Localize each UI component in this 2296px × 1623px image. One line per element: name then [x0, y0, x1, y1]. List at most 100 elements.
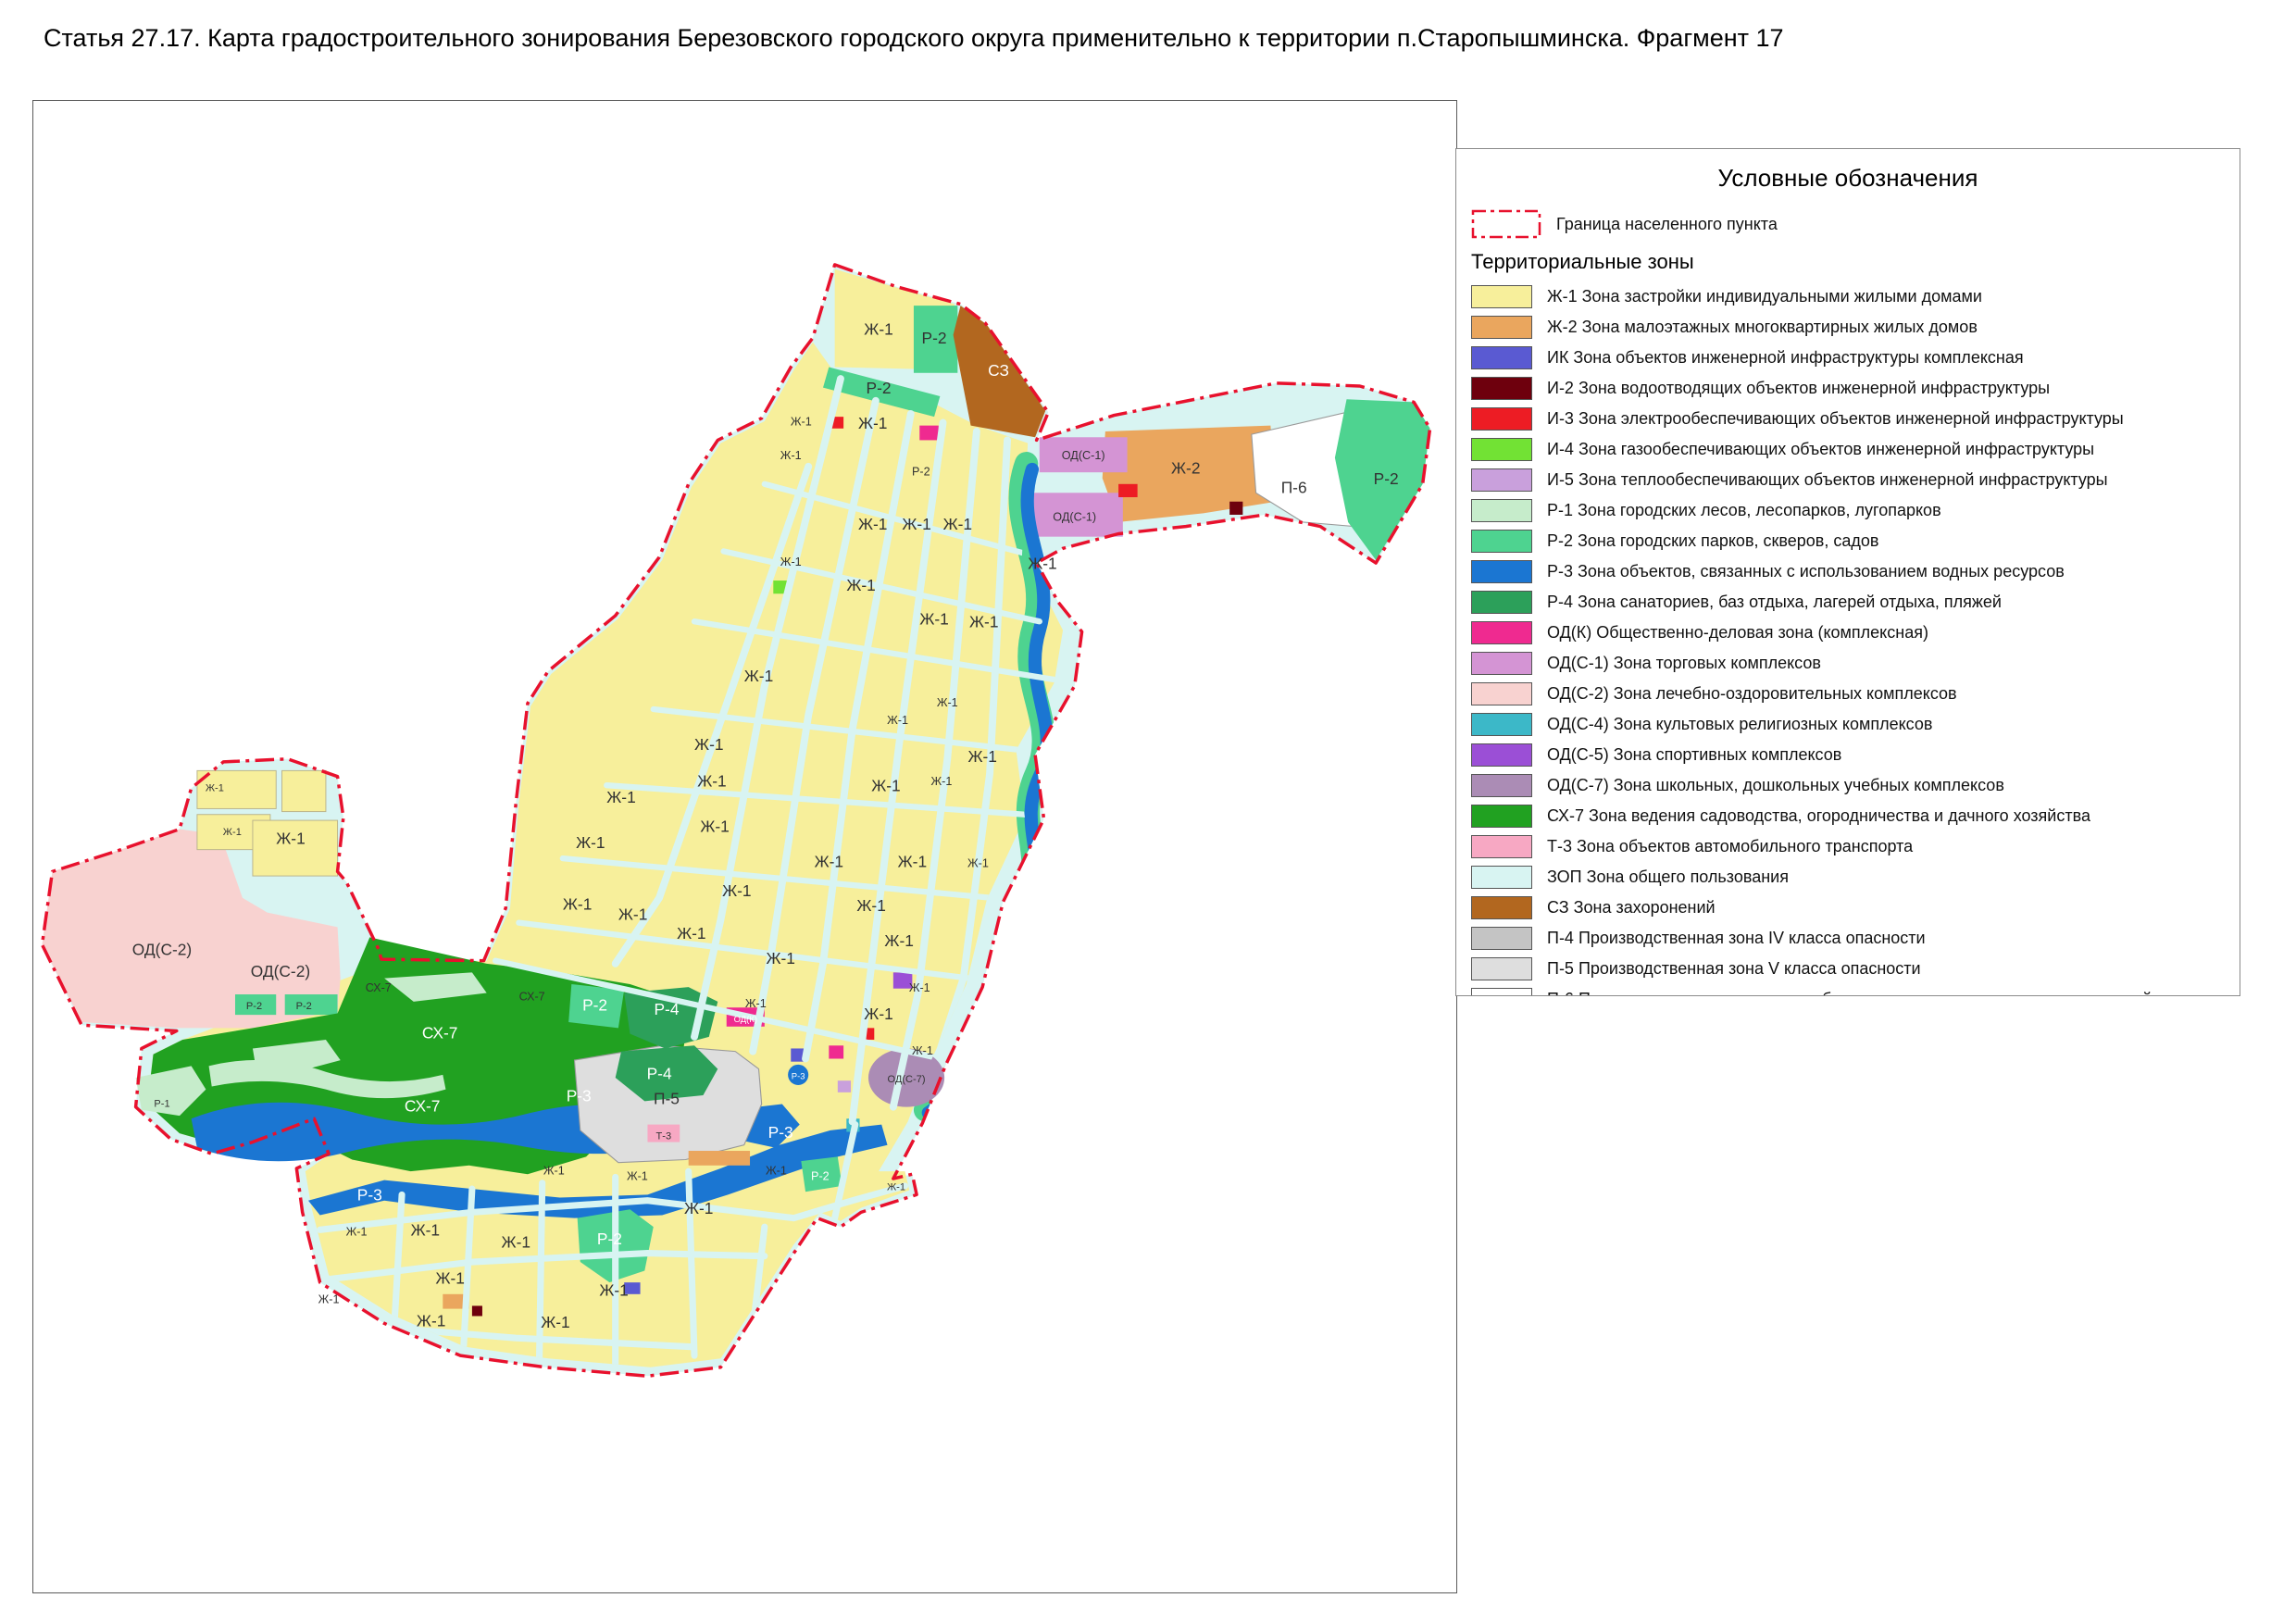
map-zone-label: Ж-1 — [969, 613, 998, 631]
map-zone-label: Ж-1 — [606, 788, 635, 806]
legend-item: И-2 Зона водоотводящих объектов инженерн… — [1471, 373, 2225, 404]
legend-item: ОД(С-4) Зона культовых религиозных компл… — [1471, 709, 2225, 740]
legend-item-label: ОД(С-5) Зона спортивных комплексов — [1547, 745, 1841, 765]
legend-item-label: Р-2 Зона городских парков, скверов, садо… — [1547, 531, 1878, 551]
legend-item: И-3 Зона электрообеспечивающих объектов … — [1471, 404, 2225, 434]
map-zone-label: Ж-1 — [912, 1044, 933, 1057]
legend-swatch-И-5 — [1471, 468, 1532, 492]
legend-panel: Условные обозначения Граница населенного… — [1455, 148, 2240, 996]
map-zone-label: Ж-1 — [791, 416, 812, 429]
map-zone-label: Ж-1 — [276, 829, 305, 847]
legend-item-label: ЗОП Зона общего пользования — [1547, 868, 1789, 887]
map-zone-label: Ж-1 — [599, 1280, 628, 1299]
region-zh2-strip — [689, 1151, 750, 1166]
legend-item-label: Р-4 Зона санаториев, баз отдыха, лагерей… — [1547, 593, 2002, 612]
map-zone-label: Ж-1 — [694, 735, 723, 754]
map-zone-label: Ж-1 — [864, 1005, 892, 1023]
legend-boundary-label: Граница населенного пункта — [1556, 215, 1778, 234]
legend-swatch-П-5 — [1471, 957, 1532, 980]
legend-swatch-Р-2 — [1471, 530, 1532, 553]
map-zone-label: Ж-1 — [206, 782, 224, 793]
map-zone-label: Р-3 — [357, 1186, 382, 1205]
map-zone-label: Ж-1 — [909, 981, 930, 994]
legend-swatch-ОД(К) — [1471, 621, 1532, 644]
legend-item: Р-1 Зона городских лесов, лесопарков, лу… — [1471, 495, 2225, 526]
legend-swatch-П-6 — [1471, 988, 1532, 996]
legend-item: П-6 Производственная зона, не требующая … — [1471, 984, 2225, 996]
map-zone-label: Р-3 — [792, 1072, 805, 1082]
map-zone-label: СХ-7 — [519, 990, 545, 1003]
legend-title: Условные обозначения — [1471, 164, 2225, 193]
legend-item: П-4 Производственная зона IV класса опас… — [1471, 923, 2225, 954]
map-zone-label: Ж-1 — [766, 1164, 787, 1177]
legend-item: ЗОП Зона общего пользования — [1471, 862, 2225, 893]
map-zone-label: Ж-1 — [766, 949, 794, 968]
map-zone-label: ОД(С-7) — [888, 1074, 926, 1085]
legend-item-label: И-2 Зона водоотводящих объектов инженерн… — [1547, 379, 2050, 398]
map-zone-label: Р-4 — [647, 1065, 672, 1083]
legend-item-label: И-4 Зона газообеспечивающих объектов инж… — [1547, 440, 2094, 459]
legend-item: СХ-7 Зона ведения садоводства, огороднич… — [1471, 801, 2225, 831]
map-zone-label: Ж-1 — [780, 556, 802, 568]
map-zone-label: Р-4 — [654, 1000, 679, 1018]
map-zone-label: Ж-1 — [435, 1269, 464, 1288]
legend-swatch-ИК — [1471, 346, 1532, 369]
legend-item-label: И-3 Зона электрообеспечивающих объектов … — [1547, 409, 2124, 429]
legend-item: ОД(К) Общественно-деловая зона (комплекс… — [1471, 618, 2225, 648]
legend-item: ОД(С-5) Зона спортивных комплексов — [1471, 740, 2225, 770]
map-zone-label: ОД(С-1) — [1053, 510, 1096, 523]
map-zone-label: СХ-7 — [405, 1096, 441, 1115]
map-zone-label: Ж-2 — [1171, 459, 1200, 478]
map-zone-label: СХ-7 — [422, 1023, 458, 1042]
legend-item: П-5 Производственная зона V класса опасн… — [1471, 954, 2225, 984]
legend-swatch-Р-1 — [1471, 499, 1532, 522]
map-zone-label: Ж-1 — [856, 896, 885, 915]
legend-item-label: ОД(С-4) Зона культовых религиозных компл… — [1547, 715, 1932, 734]
zone-speck-i5 — [838, 1080, 851, 1092]
legend-item-label: И-5 Зона теплообеспечивающих объектов ин… — [1547, 470, 2108, 490]
legend-item-label: Р-1 Зона городских лесов, лесопарков, лу… — [1547, 501, 1941, 520]
map-zone-label: СХ-7 — [366, 981, 392, 994]
legend-swatch-Р-3 — [1471, 560, 1532, 583]
legend-item: ОД(С-1) Зона торговых комплексов — [1471, 648, 2225, 679]
legend-item: И-5 Зона теплообеспечивающих объектов ин… — [1471, 465, 2225, 495]
map-zone-label: Ж-1 — [697, 772, 726, 791]
map-zone-label: Ж-1 — [884, 931, 913, 950]
page-title: Статья 27.17. Карта градостроительного з… — [44, 24, 1784, 53]
legend-item-label: П-4 Производственная зона IV класса опас… — [1547, 929, 1926, 948]
legend-item-label: ИК Зона объектов инженерной инфраструкту… — [1547, 348, 2024, 368]
legend-item: СЗ Зона захоронений — [1471, 893, 2225, 923]
boundary-symbol-icon — [1471, 209, 1541, 239]
map-zone-label: Р-2 — [1374, 469, 1399, 488]
legend-swatch-ОД(С-2) — [1471, 682, 1532, 705]
map-zone-label: Ж-1 — [902, 515, 930, 533]
map-panel: Ж-1Р-2СЗР-2ОД(С-1)ОД(С-1)Ж-2П-6Р-2Ж-1Ж-1… — [32, 100, 1457, 1593]
legend-item: ОД(С-2) Зона лечебно-оздоровительных ком… — [1471, 679, 2225, 709]
legend-item: ИК Зона объектов инженерной инфраструкту… — [1471, 343, 2225, 373]
map-zone-label: Р-3 — [567, 1086, 592, 1105]
legend-swatch-И-4 — [1471, 438, 1532, 461]
map-zone-label: Р-2 — [811, 1170, 830, 1183]
map-zone-label: П-6 — [1281, 478, 1307, 496]
legend-item: Р-4 Зона санаториев, баз отдыха, лагерей… — [1471, 587, 2225, 618]
zoning-map: Ж-1Р-2СЗР-2ОД(С-1)ОД(С-1)Ж-2П-6Р-2Ж-1Ж-1… — [33, 101, 1456, 1592]
map-zone-label: Ж-1 — [411, 1221, 440, 1240]
legend-item-label: Т-3 Зона объектов автомобильного транспо… — [1547, 837, 1913, 856]
map-zone-label: Ж-1 — [318, 1292, 340, 1305]
legend-items: Ж-1 Зона застройки индивидуальными жилым… — [1471, 281, 2225, 996]
zone-speck-odk — [829, 1045, 843, 1058]
legend-swatch-Ж-1 — [1471, 285, 1532, 308]
legend-item-label: П-6 Производственная зона, не требующая … — [1547, 990, 2194, 996]
legend-item: Т-3 Зона объектов автомобильного транспо… — [1471, 831, 2225, 862]
map-zone-label: Ж-1 — [576, 833, 605, 852]
zone-speck-i2 — [472, 1305, 482, 1316]
legend-swatch-Ж-2 — [1471, 316, 1532, 339]
map-zone-label: Ж-1 — [858, 515, 887, 533]
map-zone-label: Ж-1 — [223, 827, 242, 838]
legend-swatch-Р-4 — [1471, 591, 1532, 614]
legend-item-label: Р-3 Зона объектов, связанных с использов… — [1547, 562, 2065, 581]
map-zone-label: Ж-1 — [541, 1313, 569, 1331]
legend-swatch-ОД(С-5) — [1471, 743, 1532, 767]
map-zone-label: Р-2 — [912, 465, 930, 478]
map-zone-label: ОД(С-1) — [1062, 449, 1105, 462]
